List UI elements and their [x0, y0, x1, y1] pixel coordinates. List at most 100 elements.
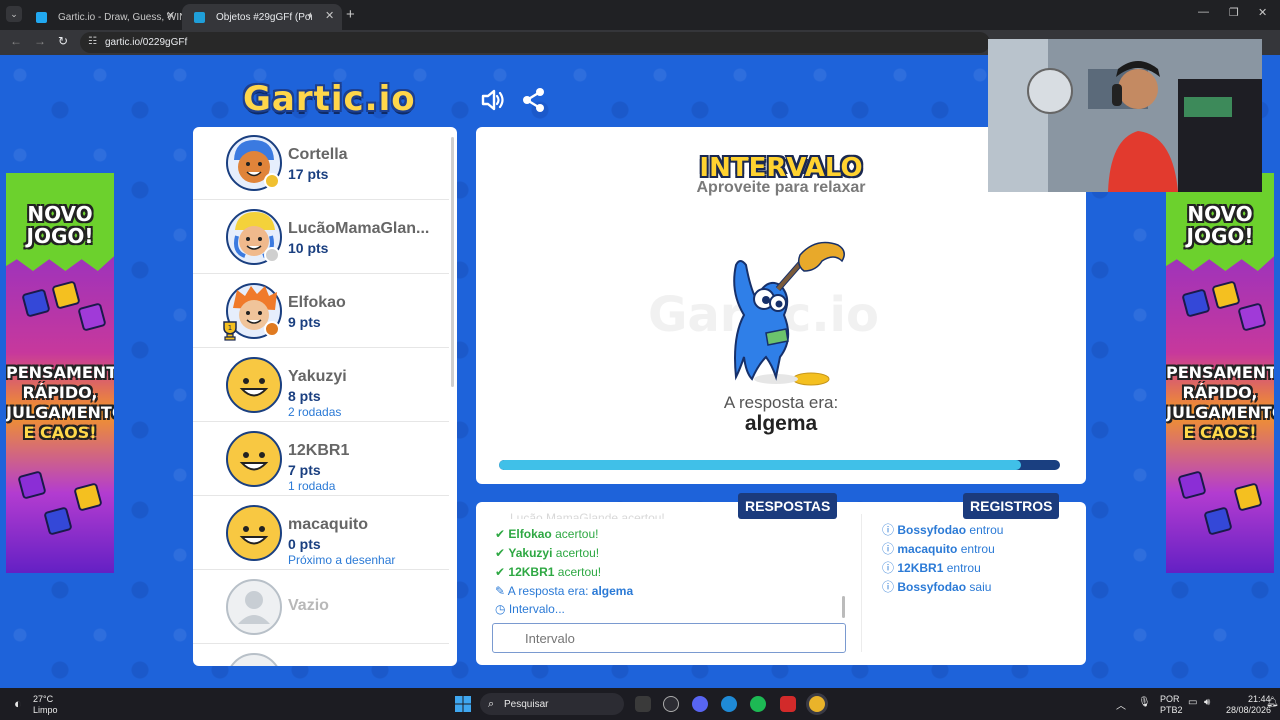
share-icon[interactable] — [521, 87, 547, 113]
discord-icon[interactable] — [692, 696, 708, 712]
notifications-icon[interactable]: 🔔︎ — [1266, 697, 1279, 708]
player-name: Yakuzyi — [288, 368, 347, 385]
tab-search-icon[interactable]: ⌄ — [6, 6, 22, 22]
language-indicator[interactable]: POR — [1160, 694, 1180, 704]
player-points: 7 pts — [288, 462, 321, 478]
check-icon: ✔ — [495, 527, 506, 541]
player-name: macaquito — [288, 516, 369, 533]
player-row[interactable]: macaquito 0 pts Próximo a desenhar — [193, 497, 449, 570]
forward-icon[interactable]: → — [34, 34, 46, 48]
tray-chevron-icon[interactable]: ︿ — [1116, 697, 1126, 712]
edge-icon[interactable] — [721, 696, 737, 712]
chat-player-name: Yakuzyi — [508, 546, 553, 560]
check-icon: ✔ — [495, 546, 506, 560]
players-list[interactable]: Cortella 17 pts LucãoMamaGlan... 10 pts — [193, 127, 457, 666]
new-tab-icon[interactable]: + — [346, 6, 355, 23]
reload-icon[interactable]: ↻ — [58, 34, 68, 48]
panel-divider — [861, 514, 862, 652]
taskbar-search[interactable]: ⌕ Pesquisar — [480, 693, 624, 715]
ad-headline: NOVO JOGO! — [1186, 202, 1254, 248]
mascot-painter-icon — [733, 241, 845, 386]
smiley-avatar-icon — [226, 431, 282, 487]
info-icon: ⓘ — [882, 580, 895, 594]
weather-temp[interactable]: 27°C — [33, 694, 53, 704]
player-points: 8 pts — [288, 388, 321, 404]
site-info-icon[interactable]: ☷ — [88, 36, 97, 47]
logs-tab[interactable]: REGISTROS — [963, 493, 1060, 519]
chat-text: acertou! — [557, 565, 602, 579]
weather-desc[interactable]: Limpo — [33, 705, 58, 715]
tab-audio-icon[interactable]: 🔈︎ — [308, 10, 314, 21]
log-line: ⓘ macaquito entrou — [882, 540, 995, 557]
player-row-empty: Vazio — [193, 571, 449, 644]
windows-start-icon[interactable] — [455, 696, 471, 712]
player-name: Elfokao — [288, 294, 346, 311]
right-ad-banner[interactable]: NOVO JOGO! PENSAMENTO RÁPIDO, JULGAMENTO… — [1166, 173, 1274, 573]
app-red-icon[interactable] — [780, 696, 796, 712]
log-line: ⓘ Bossyfodao saiu — [882, 578, 991, 595]
url-field[interactable]: ☷ gartic.io/0229gGFf — [80, 32, 990, 53]
close-window-icon[interactable]: ✕ — [1258, 6, 1267, 19]
copilot-icon[interactable] — [663, 696, 679, 712]
tab-gartic-home[interactable]: Gartic.io - Draw, Guess, WIN ✕ — [24, 4, 182, 30]
network-icon[interactable]: ▭ — [1188, 697, 1197, 708]
answer-label: A resposta era: — [723, 393, 839, 412]
tab-title: Gartic.io - Draw, Guess, WIN — [58, 12, 182, 23]
answers-tab[interactable]: RESPOSTAS — [738, 493, 838, 519]
answer-input[interactable] — [492, 623, 846, 653]
log-text: entrou — [960, 542, 995, 556]
timer-progress-bar — [499, 460, 1060, 470]
trophy-icon: 1 — [223, 321, 237, 341]
volume-icon[interactable] — [480, 87, 506, 113]
log-text: saiu — [969, 580, 992, 594]
timer-progress-fill — [499, 460, 1021, 470]
chrome-icon[interactable] — [809, 696, 825, 712]
minimize-icon[interactable]: — — [1198, 6, 1209, 18]
tab-gartic-room[interactable]: Objetos #29gGFf (Portuguê 🔈︎ ✕ — [182, 4, 342, 30]
url-text: gartic.io/0229gGFf — [105, 37, 188, 48]
microphone-icon[interactable]: 🎙︎ — [1138, 697, 1151, 708]
player-row[interactable]: Yakuzyi 8 pts 2 rodadas — [193, 349, 449, 422]
ad-card-icon — [1237, 302, 1267, 332]
log-player-name: Bossyfodao — [897, 523, 967, 537]
task-view-icon[interactable] — [635, 696, 651, 712]
yellow-cap-avatar-icon — [226, 209, 282, 265]
chat-player-name: 12KBR1 — [508, 565, 555, 579]
speaker-icon[interactable]: 🔊︎ — [1204, 697, 1210, 708]
chat-line-correct: ✔ Elfokao acertou! — [495, 527, 598, 541]
close-tab-icon[interactable]: ✕ — [325, 9, 334, 22]
chat-line-correct: ✔ 12KBR1 acertou! — [495, 565, 601, 579]
orange-hair-avatar-icon — [226, 135, 282, 191]
log-player-name: macaquito — [897, 542, 958, 556]
search-placeholder: Pesquisar — [504, 699, 549, 710]
empty-avatar-icon — [226, 579, 282, 635]
tab-title: Objetos #29gGFf (Portuguê — [216, 12, 312, 23]
ad-card-icon — [77, 302, 107, 332]
gartic-logo[interactable]: Gartic.io — [243, 79, 416, 119]
search-icon: ⌕ — [488, 698, 495, 710]
keyboard-layout-indicator[interactable]: PTB2 — [1160, 705, 1183, 715]
ad-headline: NOVO JOGO! — [26, 202, 94, 248]
player-row[interactable]: 12KBR1 7 pts 1 rodada — [193, 423, 449, 496]
chat-text: acertou! — [555, 527, 599, 541]
gartic-favicon-icon — [36, 12, 47, 23]
pencil-icon: ✎ — [495, 584, 506, 598]
restore-icon[interactable]: ❐ — [1229, 6, 1239, 19]
player-row[interactable]: Cortella 17 pts — [193, 127, 449, 200]
weather-icon[interactable]: ◐ — [14, 696, 22, 711]
left-ad-banner[interactable]: NOVO JOGO! PENSAMENTO RÁPIDO, JULGAMENTO… — [6, 173, 114, 573]
info-icon: ⓘ — [882, 523, 895, 537]
log-player-name: 12KBR1 — [897, 561, 944, 575]
chat-text: Intervalo... — [508, 602, 565, 616]
player-row[interactable]: LucãoMamaGlan... 10 pts — [193, 201, 449, 274]
clock-date[interactable]: 28/08/2026 — [1226, 705, 1271, 715]
player-name: Cortella — [288, 146, 348, 163]
ad-card-icon — [1177, 470, 1207, 500]
spotify-icon[interactable] — [750, 696, 766, 712]
chat-scrollbar[interactable] — [842, 596, 845, 618]
close-tab-icon[interactable]: ✕ — [166, 9, 175, 22]
player-rounds: 2 rodadas — [288, 405, 342, 419]
player-row[interactable]: 1 Elfokao 9 pts — [193, 275, 449, 348]
players-scrollbar[interactable] — [451, 137, 454, 387]
back-icon[interactable]: ← — [10, 34, 22, 48]
